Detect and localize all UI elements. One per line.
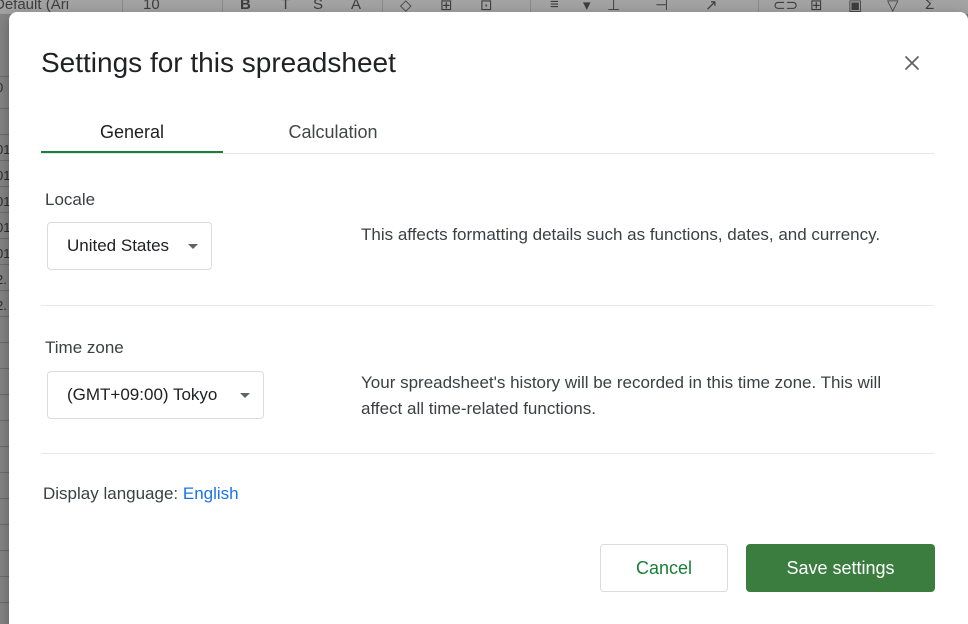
timezone-select[interactable]: (GMT+09:00) Tokyo [47, 371, 264, 419]
save-settings-button[interactable]: Save settings [746, 544, 935, 592]
chevron-down-icon [240, 393, 250, 398]
timezone-description: Your spreadsheet's history will be recor… [361, 373, 882, 418]
cell-value: 2. [0, 272, 7, 287]
chevron-down-icon [188, 244, 198, 249]
settings-dialog: Settings for this spreadsheet General Ca… [9, 12, 968, 624]
timezone-select-value: (GMT+09:00) Tokyo [67, 385, 218, 404]
close-button[interactable] [899, 50, 925, 76]
tab-general[interactable]: General [41, 112, 223, 153]
dialog-title: Settings for this spreadsheet [41, 47, 396, 78]
locale-description: This affects formatting details such as … [361, 225, 881, 244]
tab-calculation[interactable]: Calculation [243, 112, 423, 152]
locale-select[interactable]: United States [47, 222, 212, 270]
cancel-button[interactable]: Cancel [600, 544, 728, 592]
settings-tabs: General Calculation [41, 112, 934, 154]
locale-select-value: United States [67, 236, 170, 255]
display-language: Display language: English [43, 484, 239, 504]
cell-value: 0 [0, 80, 3, 95]
display-language-label: Display language: [43, 484, 183, 503]
close-icon [905, 56, 919, 70]
section-divider [41, 305, 934, 306]
timezone-label: Time zone [45, 338, 124, 357]
locale-label: Locale [45, 190, 96, 209]
section-divider [41, 453, 934, 454]
cell-value: 2. [0, 298, 7, 313]
display-language-link[interactable]: English [183, 484, 239, 503]
